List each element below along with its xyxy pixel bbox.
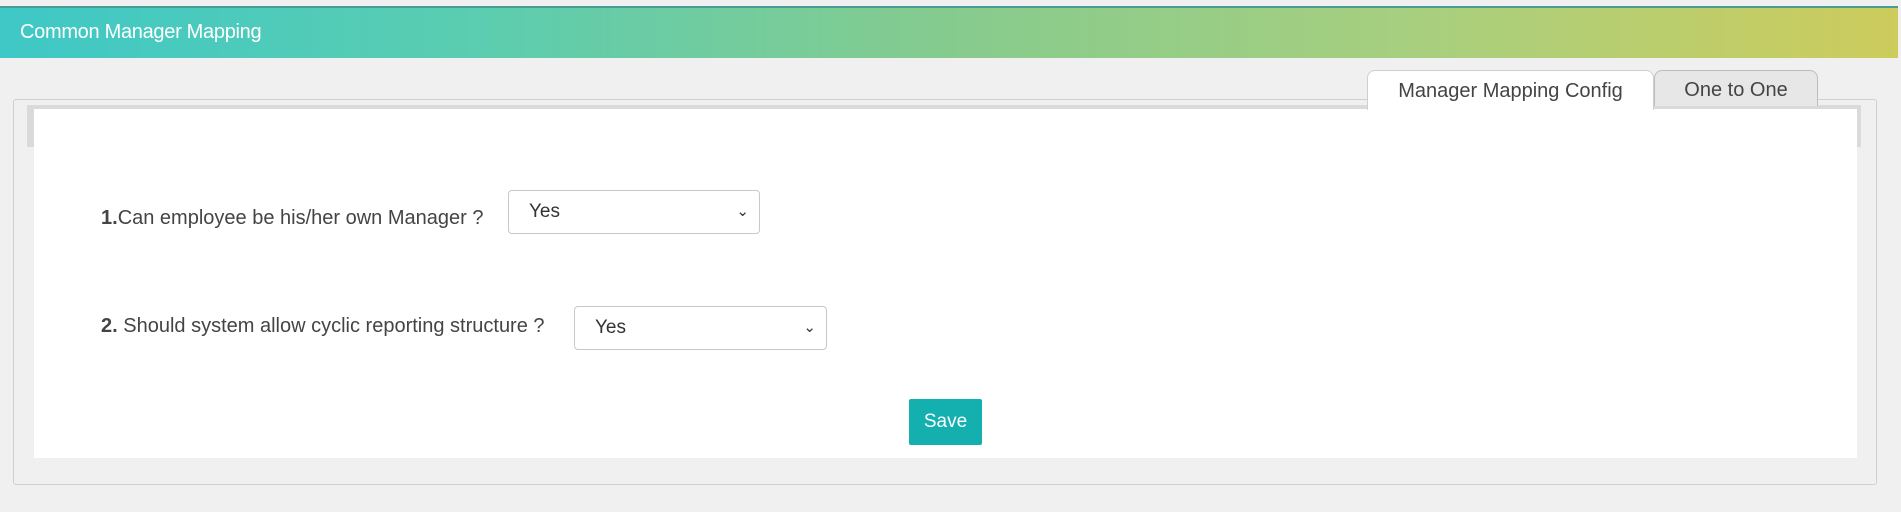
save-button[interactable]: Save — [909, 399, 982, 445]
chevron-down-icon: ⌄ — [736, 203, 749, 220]
question-cyclic-reporting: 2. Should system allow cyclic reporting … — [101, 315, 545, 338]
own-manager-select[interactable]: Yes ⌄ — [508, 190, 760, 234]
chevron-down-icon: ⌄ — [803, 319, 816, 336]
question-text: Can employee be his/her own Manager ? — [117, 207, 484, 229]
selected-value: Yes — [529, 201, 560, 222]
question-number: 2. — [101, 315, 118, 337]
question-number: 1. — [101, 207, 118, 229]
page-header: Common Manager Mapping — [0, 6, 1898, 58]
question-own-manager: 1.Can employee be his/her own Manager ? — [101, 207, 483, 230]
selected-value: Yes — [595, 317, 626, 338]
tab-manager-mapping-config[interactable]: Manager Mapping Config — [1367, 70, 1654, 110]
cyclic-reporting-select[interactable]: Yes ⌄ — [574, 306, 827, 350]
question-text: Should system allow cyclic reporting str… — [117, 315, 545, 337]
page-title: Common Manager Mapping — [20, 21, 262, 43]
tab-one-to-one[interactable]: One to One — [1654, 70, 1818, 106]
